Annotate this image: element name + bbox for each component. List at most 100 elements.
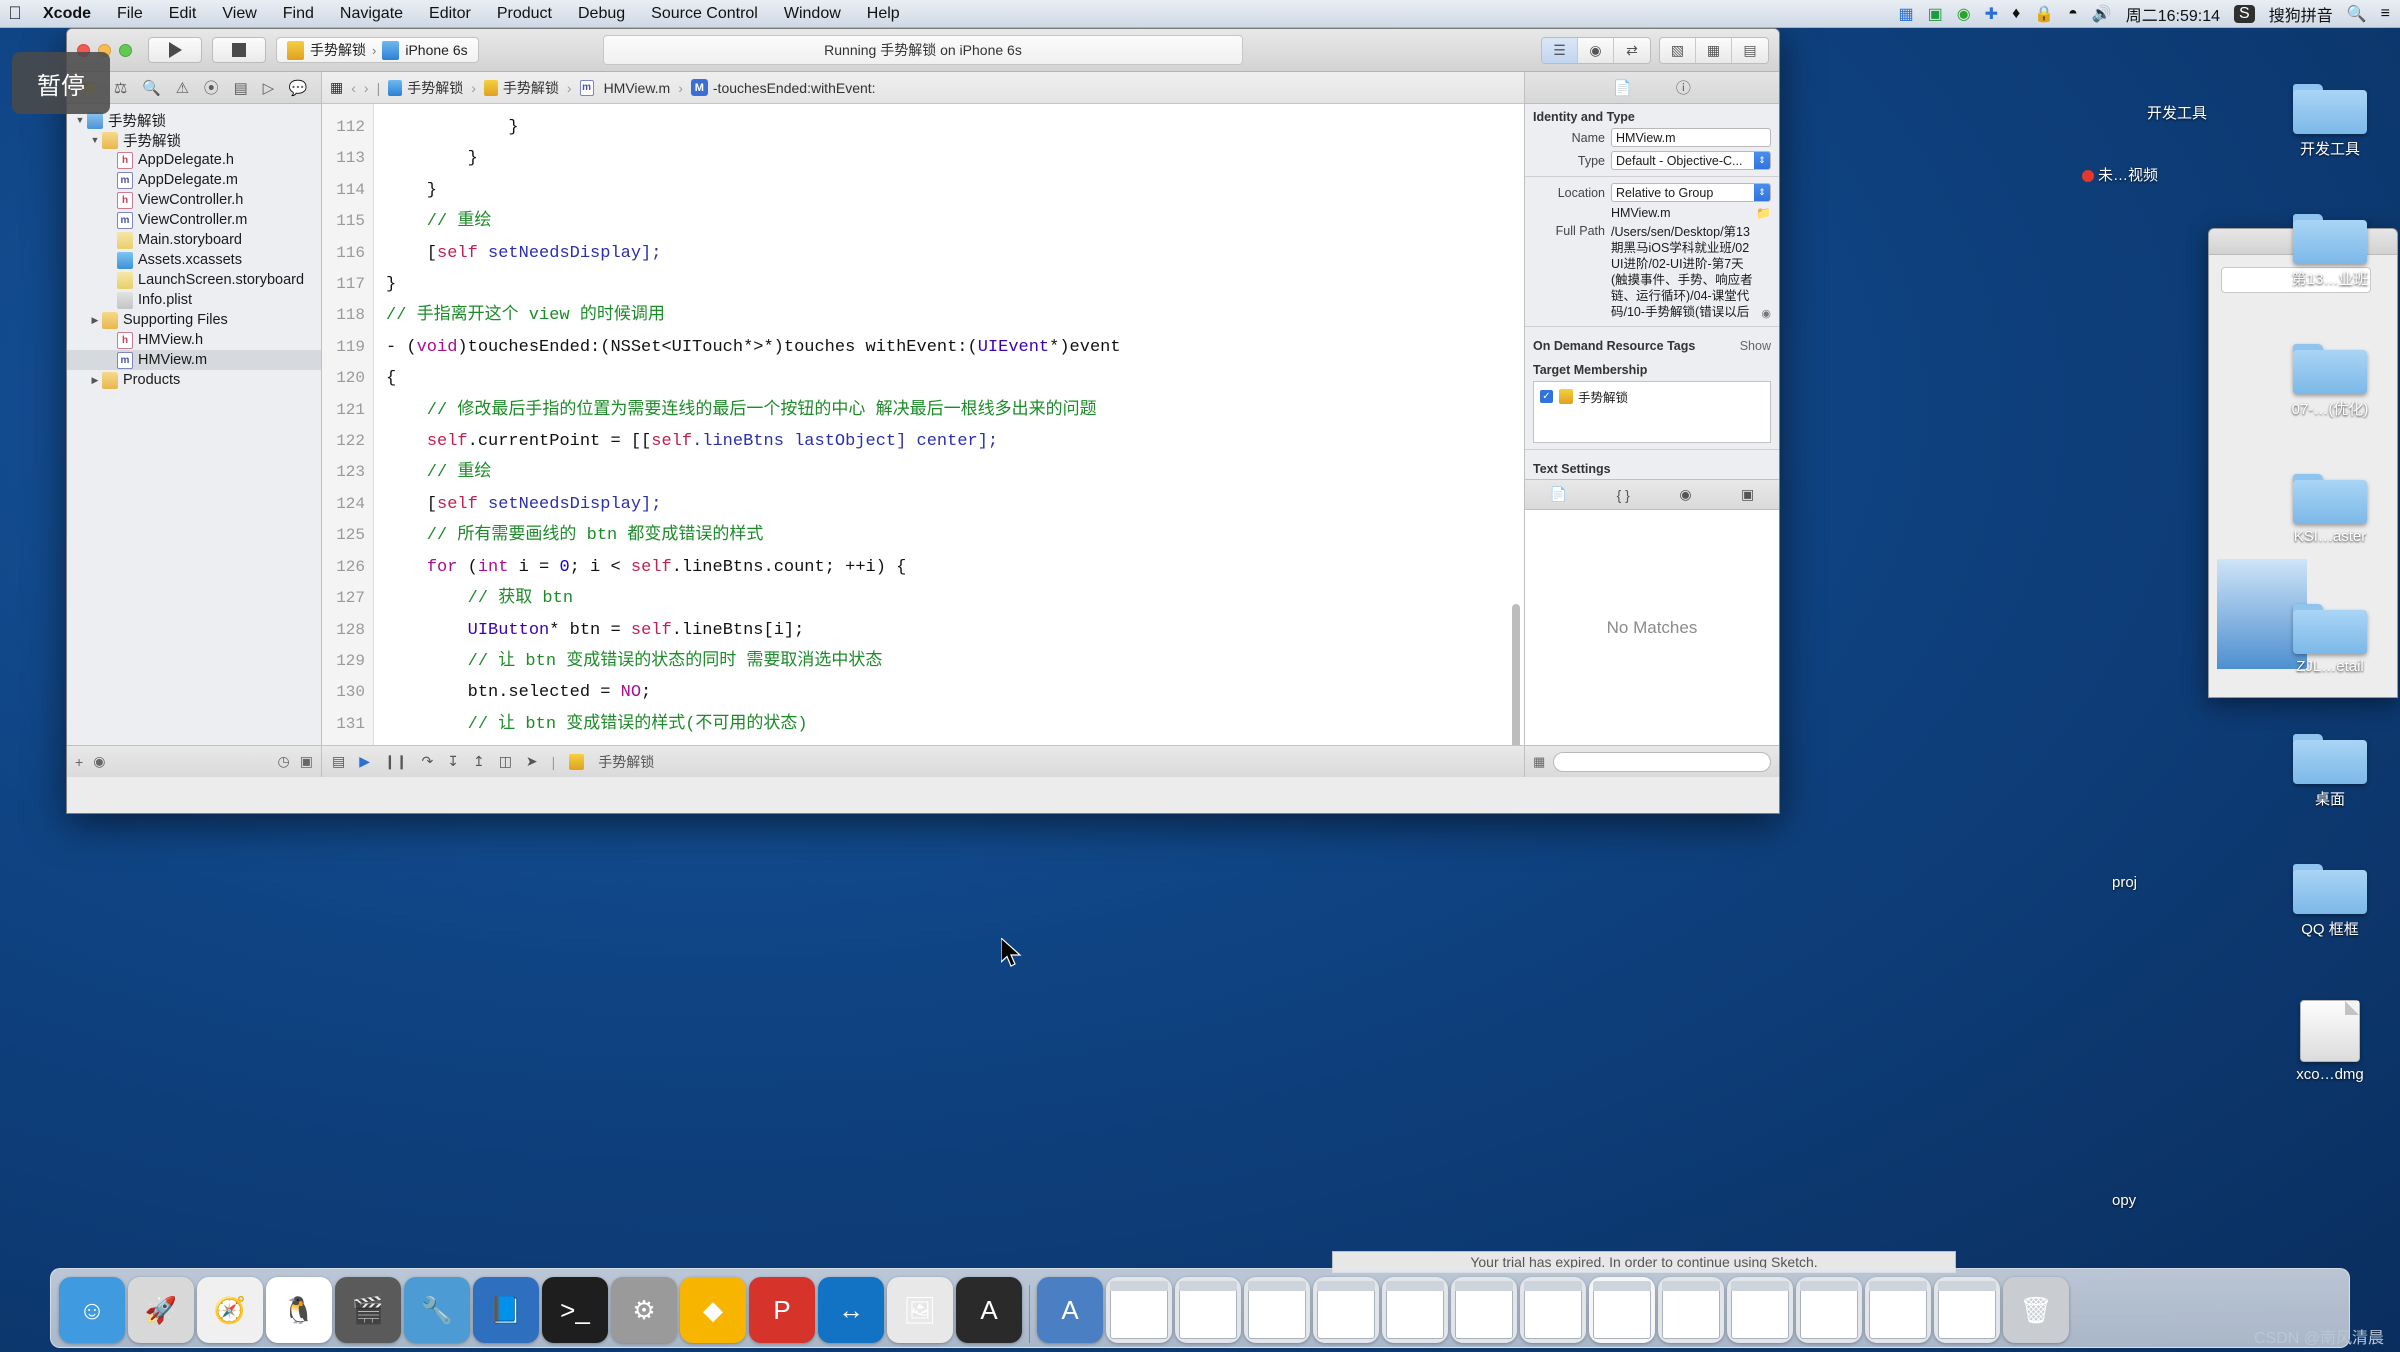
stop-button[interactable] xyxy=(212,37,266,63)
grid-view-icon[interactable]: ▦ xyxy=(1533,754,1545,770)
zoom-button[interactable] xyxy=(119,43,132,57)
back-button[interactable]: ‹ xyxy=(351,80,356,96)
report-navigator-icon[interactable]: 💬 xyxy=(289,79,308,97)
disclosure-triangle-icon[interactable]: ▶ xyxy=(88,315,102,326)
plus-icon[interactable]: ✚ xyxy=(1985,4,1998,24)
issue-navigator-icon[interactable]: ⚠ xyxy=(176,79,189,97)
dock[interactable]: ☺ 🚀 🧭 🐧 🎬 🔧 📘 >_ ⚙ ◆ P ↔ 🖼 A A 🗑 xyxy=(50,1268,2350,1348)
menu-item-navigate[interactable]: Navigate xyxy=(327,0,416,28)
file-tree-row[interactable]: m HMView.m xyxy=(67,350,321,370)
code-text[interactable]: } } } // 重绘 [self setNeedsDisplay];}// 手… xyxy=(374,104,1524,745)
file-tree-row[interactable]: h AppDelegate.h xyxy=(67,150,321,170)
file-tree-row[interactable]: Assets.xcassets xyxy=(67,250,321,270)
dock-pdf-icon[interactable]: P xyxy=(749,1277,815,1343)
desktop-icon-8[interactable]: xco…dmg xyxy=(2264,1000,2396,1083)
file-tree-row[interactable]: h ViewController.h xyxy=(67,190,321,210)
code-line[interactable]: // 让 btn 变成错误的样式(不可用的状态) xyxy=(386,709,1524,740)
dock-window-11-icon[interactable] xyxy=(1865,1277,1931,1343)
pause-icon[interactable]: ❙❙ xyxy=(384,753,407,770)
menu-item-product[interactable]: Product xyxy=(484,0,565,28)
breadcrumb-project[interactable]: 手势解锁 xyxy=(388,78,463,98)
desktop-icon-0[interactable]: 开发工具 xyxy=(2264,78,2396,159)
dock-photos-icon[interactable]: 🖼 xyxy=(887,1277,953,1343)
menu-item-xcode[interactable]: Xcode xyxy=(30,0,104,28)
code-line[interactable]: // 修改最后手指的位置为需要连线的最后一个按钮的中心 解决最后一根线多出来的问… xyxy=(386,395,1524,426)
code-line[interactable]: { xyxy=(386,363,1524,394)
airplay-icon[interactable]: ▦ xyxy=(1898,4,1913,24)
file-tree-row[interactable]: Info.plist xyxy=(67,290,321,310)
code-line[interactable]: for (int i = 0; i < self.lineBtns.count;… xyxy=(386,552,1524,583)
menu-item-debug[interactable]: Debug xyxy=(565,0,638,28)
debug-navigator-icon[interactable]: ▤ xyxy=(234,79,248,97)
file-tree-row[interactable]: m ViewController.m xyxy=(67,210,321,230)
file-template-icon[interactable]: 📄 xyxy=(1550,486,1567,503)
code-line[interactable]: // 手指离开这个 view 的时候调用 xyxy=(386,300,1524,331)
dock-launchpad-icon[interactable]: 🚀 xyxy=(128,1277,194,1343)
jump-bar[interactable]: ▦ ‹ › | 手势解锁 › 手势解锁 › m HMView.m › M -to… xyxy=(322,72,1524,104)
file-tree-row[interactable]: ▶ Products xyxy=(67,370,321,390)
breakpoint-navigator-icon[interactable]: ▷ xyxy=(263,79,275,97)
breadcrumb-method[interactable]: M -touchesEnded:withEvent: xyxy=(690,79,876,96)
code-line[interactable]: } xyxy=(386,143,1524,174)
breadcrumb-group[interactable]: 手势解锁 xyxy=(483,78,559,98)
code-line[interactable]: // 让 btn 变成错误的状态的同时 需要取消选中状态 xyxy=(386,646,1524,677)
reveal-in-finder-icon[interactable]: ◉ xyxy=(1761,307,1771,320)
dock-window-7-icon[interactable] xyxy=(1520,1277,1586,1343)
wifi-icon[interactable]: ◓ xyxy=(2068,5,2078,23)
menu-clock[interactable]: 周二16:59:14 xyxy=(2126,2,2220,26)
checkbox-checked-icon[interactable]: ✓ xyxy=(1540,390,1553,403)
inspector-field-name[interactable]: Name HMView.m xyxy=(1533,128,1771,147)
inspector-tab-bar[interactable]: 📄 ⓘ xyxy=(1525,72,1779,104)
run-button[interactable] xyxy=(148,37,202,63)
menu-item-file[interactable]: File xyxy=(104,0,156,28)
menu-item-window[interactable]: Window xyxy=(771,0,854,28)
menu-item-find[interactable]: Find xyxy=(270,0,327,28)
version-editor-icon[interactable]: ⇄ xyxy=(1614,38,1650,63)
bluetooth-icon[interactable]: ♦ xyxy=(2012,5,2020,23)
quick-help-icon[interactable]: ⓘ xyxy=(1676,77,1691,98)
file-tree-row[interactable]: ▼ 手势解锁 xyxy=(67,130,321,150)
menu-item-edit[interactable]: Edit xyxy=(156,0,210,28)
dock-trash-icon[interactable]: 🗑 xyxy=(2003,1277,2069,1343)
source-control-icon[interactable]: ⚖ xyxy=(114,79,127,97)
step-out-icon[interactable]: ↥ xyxy=(473,753,485,770)
add-file-icon[interactable]: + xyxy=(75,754,83,770)
code-line[interactable]: [self setNeedsDisplay]; xyxy=(386,489,1524,520)
dock-video-icon[interactable]: 🎬 xyxy=(335,1277,401,1343)
dock-tools-icon[interactable]: 🔧 xyxy=(404,1277,470,1343)
test-navigator-icon[interactable]: ⦿ xyxy=(204,77,219,98)
dock-xcode-running-icon[interactable]: A xyxy=(1037,1277,1103,1343)
file-tree-row[interactable]: h HMView.h xyxy=(67,330,321,350)
debug-area-toggle-icon[interactable]: ▦ xyxy=(1696,37,1732,63)
spotlight-search-icon[interactable]: 🔍 xyxy=(2347,4,2367,24)
dock-window-9-icon[interactable] xyxy=(1727,1277,1793,1343)
name-input[interactable]: HMView.m xyxy=(1611,128,1771,147)
step-over-icon[interactable]: ↷ xyxy=(421,753,433,770)
dock-settings-icon[interactable]: ⚙ xyxy=(611,1277,677,1343)
related-items-icon[interactable]: ▦ xyxy=(330,79,343,96)
view-toggle-segment[interactable]: ▧ ▦ ▤ xyxy=(1659,36,1769,64)
recent-files-icon[interactable]: ◷ xyxy=(278,753,290,770)
file-tree-row[interactable]: ▶ Supporting Files xyxy=(67,310,321,330)
code-line[interactable]: // 重绘 xyxy=(386,206,1524,237)
desktop-icon-6[interactable]: 桌面 xyxy=(2264,728,2396,809)
code-line[interactable]: [self setNeedsDisplay]; xyxy=(386,238,1524,269)
inspector-field-type[interactable]: Type Default - Objective-C... ⇕ xyxy=(1533,151,1771,170)
code-line[interactable]: // 重绘 xyxy=(386,457,1524,488)
dock-document-icon[interactable] xyxy=(1589,1277,1655,1343)
apple-menu-icon[interactable]:  xyxy=(0,3,30,24)
dock-blue-app-icon[interactable]: 📘 xyxy=(473,1277,539,1343)
debug-bar[interactable]: ▤ ▶ ❙❙ ↷ ↧ ↥ ◫ ➤ | 手势解锁 xyxy=(322,745,1524,777)
menu-item-view[interactable]: View xyxy=(209,0,269,28)
dock-window-4-icon[interactable] xyxy=(1313,1277,1379,1343)
disclosure-triangle-icon[interactable]: ▶ xyxy=(88,375,102,386)
find-navigator-icon[interactable]: 🔍 xyxy=(142,79,161,97)
filter-icon[interactable]: ◉ xyxy=(93,753,105,770)
notification-center-icon[interactable]: ≡ xyxy=(2381,5,2390,23)
file-tree-row[interactable]: LaunchScreen.storyboard xyxy=(67,270,321,290)
utilities-toggle-icon[interactable]: ▤ xyxy=(1732,38,1768,63)
dock-window-12-icon[interactable] xyxy=(1934,1277,2000,1343)
desktop-icon-3[interactable]: 07-…(优化) xyxy=(2264,338,2396,419)
xcode-window[interactable]: 手势解锁 › iPhone 6s Running 手势解锁 on iPhone … xyxy=(66,28,1780,814)
menu-bar[interactable]:  Xcode File Edit View Find Navigate Edi… xyxy=(0,0,2400,28)
